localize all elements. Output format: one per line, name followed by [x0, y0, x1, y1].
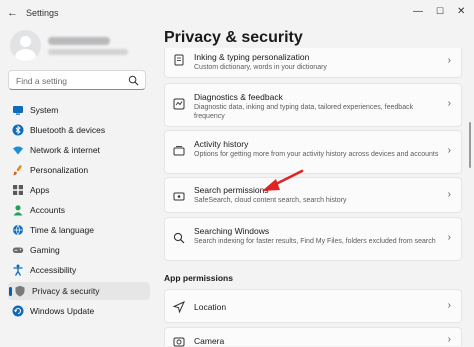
annotation-arrow: [262, 169, 304, 191]
